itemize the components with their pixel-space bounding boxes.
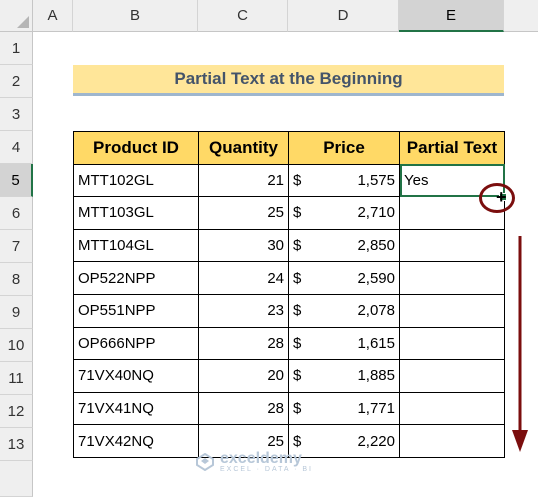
row-header-13[interactable]: 13 (0, 428, 33, 461)
cell-partial-text[interactable] (399, 359, 505, 393)
cell-product-id[interactable]: 71VX41NQ (73, 391, 199, 426)
header-partial-text[interactable]: Partial Text (399, 131, 505, 165)
row-header-1[interactable]: 1 (0, 32, 33, 65)
column-header-b[interactable]: B (73, 0, 198, 32)
sheet-title: Partial Text at the Beginning (73, 65, 504, 96)
cell-partial-text[interactable] (399, 261, 505, 295)
column-header-a[interactable]: A (33, 0, 73, 32)
table-row: MTT103GL 25 $2,710 (73, 196, 505, 230)
cell-quantity[interactable]: 24 (198, 261, 289, 295)
column-header-e[interactable]: E (399, 0, 504, 32)
column-header-f[interactable] (504, 0, 538, 32)
cell-quantity[interactable]: 20 (198, 359, 289, 393)
cell-price[interactable]: $1,771 (288, 391, 400, 426)
drag-down-arrow-icon (512, 236, 528, 452)
price-value: 1,771 (357, 400, 395, 418)
cell-price[interactable]: $2,590 (288, 261, 400, 295)
price-value: 1,615 (357, 334, 395, 352)
watermark-text: exceldemy EXCEL · DATA · BI (220, 450, 313, 473)
select-all-corner[interactable] (0, 0, 33, 32)
price-value: 2,710 (357, 204, 395, 222)
cell-price[interactable]: $2,710 (288, 196, 400, 230)
cell-partial-text[interactable] (399, 228, 505, 263)
row-header-8[interactable]: 8 (0, 263, 33, 296)
currency-symbol: $ (293, 432, 302, 450)
currency-symbol: $ (293, 367, 302, 385)
fill-cursor-icon: + (496, 187, 507, 207)
row-header-2[interactable]: 2 (0, 65, 33, 98)
row-header-5[interactable]: 5 (0, 164, 33, 197)
cell-product-id[interactable]: OP666NPP (73, 326, 199, 361)
watermark-tagline: EXCEL · DATA · BI (220, 466, 313, 473)
currency-symbol: $ (293, 204, 302, 222)
currency-symbol: $ (293, 302, 302, 320)
currency-symbol: $ (293, 171, 302, 189)
row-header-7[interactable]: 7 (0, 230, 33, 263)
row-header-4[interactable]: 4 (0, 131, 33, 164)
row-header-11[interactable]: 11 (0, 362, 33, 395)
row-header-6[interactable]: 6 (0, 197, 33, 230)
exceldemy-logo-icon (196, 452, 214, 471)
cell-product-id[interactable]: OP551NPP (73, 293, 199, 328)
cell-product-id[interactable]: OP522NPP (73, 261, 199, 295)
exceldemy-watermark: exceldemy EXCEL · DATA · BI (196, 450, 313, 473)
column-header-c[interactable]: C (198, 0, 288, 32)
currency-symbol: $ (293, 334, 302, 352)
cell-partial-text[interactable] (399, 326, 505, 361)
cell-quantity[interactable]: 25 (198, 196, 289, 230)
cell-price[interactable]: $1,575 (288, 163, 400, 198)
cell-price[interactable]: $2,078 (288, 293, 400, 328)
product-table: Product ID Quantity Price Partial Text M… (73, 131, 505, 458)
cell-partial-text[interactable] (399, 391, 505, 426)
cell-partial-text[interactable] (399, 424, 505, 458)
table-row: OP666NPP 28 $1,615 (73, 326, 505, 361)
table-row: MTT104GL 30 $2,850 (73, 228, 505, 263)
table-row: OP551NPP 23 $2,078 (73, 293, 505, 328)
row-header-14[interactable] (0, 461, 33, 497)
cell-quantity[interactable]: 28 (198, 391, 289, 426)
cell-quantity[interactable]: 28 (198, 326, 289, 361)
cell-product-id[interactable]: 71VX42NQ (73, 424, 199, 458)
table-row: 71VX40NQ 20 $1,885 (73, 359, 505, 393)
price-value: 2,590 (357, 269, 395, 287)
currency-symbol: $ (293, 400, 302, 418)
spreadsheet: A B C D E 1 2 3 4 5 6 7 8 9 10 11 12 13 … (0, 0, 538, 497)
cell-product-id[interactable]: MTT102GL (73, 163, 199, 198)
cell-product-id[interactable]: 71VX40NQ (73, 359, 199, 393)
row-header-3[interactable]: 3 (0, 98, 33, 131)
cell-price[interactable]: $2,850 (288, 228, 400, 263)
table-header-row: Product ID Quantity Price Partial Text (73, 131, 505, 165)
price-value: 1,885 (357, 367, 395, 385)
cell-partial-text[interactable] (399, 293, 505, 328)
table-row: OP522NPP 24 $2,590 (73, 261, 505, 295)
row-header-12[interactable]: 12 (0, 395, 33, 428)
price-value: 2,850 (357, 237, 395, 255)
cell-price[interactable]: $1,615 (288, 326, 400, 361)
column-header-d[interactable]: D (288, 0, 399, 32)
cell-quantity[interactable]: 21 (198, 163, 289, 198)
row-header-10[interactable]: 10 (0, 329, 33, 362)
cell-product-id[interactable]: MTT104GL (73, 228, 199, 263)
table-row: MTT102GL 21 $1,575 Yes (73, 163, 505, 198)
header-quantity[interactable]: Quantity (198, 131, 289, 165)
currency-symbol: $ (293, 269, 302, 287)
row-header-9[interactable]: 9 (0, 296, 33, 329)
cell-quantity[interactable]: 23 (198, 293, 289, 328)
price-value: 2,078 (357, 302, 395, 320)
price-value: 1,575 (357, 171, 395, 189)
header-product-id[interactable]: Product ID (73, 131, 199, 165)
cell-quantity[interactable]: 30 (198, 228, 289, 263)
cell-product-id[interactable]: MTT103GL (73, 196, 199, 230)
header-price[interactable]: Price (288, 131, 400, 165)
table-row: 71VX41NQ 28 $1,771 (73, 391, 505, 426)
price-value: 2,220 (357, 432, 395, 450)
cell-price[interactable]: $1,885 (288, 359, 400, 393)
currency-symbol: $ (293, 237, 302, 255)
